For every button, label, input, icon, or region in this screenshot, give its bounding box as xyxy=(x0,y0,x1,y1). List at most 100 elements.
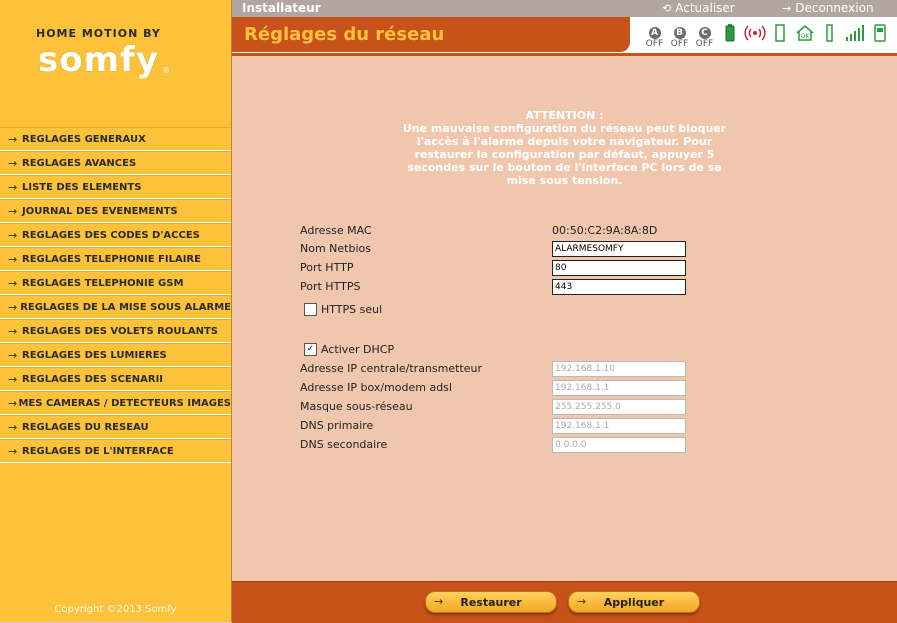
arrow-right-icon: → xyxy=(8,396,18,410)
arrow-right-icon: → xyxy=(8,372,18,386)
logo-tagline: HOME MOTION BY xyxy=(36,27,161,40)
box-ip-label: Adresse IP box/modem adsl xyxy=(300,381,452,394)
zone-badge: A xyxy=(648,27,661,39)
dns-secondary-input[interactable] xyxy=(552,437,686,453)
battery-icon xyxy=(717,20,742,46)
menu-item-mise-sous-alarme[interactable]: → REGLAGES DE LA MISE SOUS ALARME xyxy=(0,295,231,319)
arrow-right-icon: → xyxy=(8,276,18,290)
device-icon xyxy=(867,20,892,46)
zone-state: OFF xyxy=(695,39,714,49)
menu-item-label: REGLAGES DES SCENARII xyxy=(22,373,164,385)
https-only-box[interactable] xyxy=(304,302,317,316)
zone-b-status: B OFF xyxy=(667,20,692,49)
menu-item-reglages-avances[interactable]: → REGLAGES AVANCES xyxy=(0,151,231,175)
arrow-right-icon: → xyxy=(8,252,18,266)
https-port-label: Port HTTPS xyxy=(300,280,361,293)
mac-address-label: Adresse MAC xyxy=(300,224,372,237)
home-ok-icon: OK xyxy=(792,20,817,46)
title-box: Réglages du réseau xyxy=(232,17,630,52)
menu-item-label: MES CAMERAS / DETECTEURS IMAGES xyxy=(18,397,231,409)
dhcp-checkbox[interactable]: ✓ Activer DHCP xyxy=(304,341,394,357)
logout-label: Deconnexion xyxy=(795,1,874,15)
logout-link[interactable]: → Deconnexion xyxy=(782,1,874,15)
menu-item-label: REGLAGES TELEPHONIE GSM xyxy=(22,277,184,289)
menu-item-cameras[interactable]: → MES CAMERAS / DETECTEURS IMAGES xyxy=(0,391,231,415)
refresh-label: Actualiser xyxy=(675,1,735,15)
sidebar: HOME MOTION BY somfy ® → REGLAGES GENERAU… xyxy=(0,0,232,622)
menu-item-label: REGLAGES GENERAUX xyxy=(22,133,146,145)
arrow-right-icon: → xyxy=(8,420,18,434)
menu-item-volets-roulants[interactable]: → REGLAGES DES VOLETS ROULANTS xyxy=(0,319,231,343)
arrow-right-icon: → xyxy=(782,2,792,15)
svg-text:OK: OK xyxy=(800,33,810,40)
menu-item-label: REGLAGES DE LA MISE SOUS ALARME xyxy=(20,301,231,313)
menu-item-label: REGLAGES DES VOLETS ROULANTS xyxy=(22,325,218,337)
warning-title: ATTENTION : xyxy=(525,109,604,122)
signal-bars-icon xyxy=(842,20,867,46)
restore-button-label: Restaurer xyxy=(460,596,522,609)
http-port-input[interactable] xyxy=(552,260,686,276)
menu-item-label: LISTE DES ELEMENTS xyxy=(22,181,142,193)
arrow-right-icon: → xyxy=(8,132,18,146)
menu-item-reseau[interactable]: → REGLAGES DU RESEAU xyxy=(0,415,231,439)
mac-address-row: Adresse MAC 00:50:C2:9A:8A:8D xyxy=(300,223,700,241)
refresh-link[interactable]: ⟲ Actualiser xyxy=(662,1,735,15)
menu-item-label: REGLAGES DES CODES D'ACCES xyxy=(22,229,200,241)
menu-item-telephonie-filaire[interactable]: → REGLAGES TELEPHONIE FILAIRE xyxy=(0,247,231,271)
ip-address-input[interactable] xyxy=(552,361,686,377)
dns-primary-label: DNS primaire xyxy=(300,419,374,432)
menu-item-interface[interactable]: → REGLAGES DE L'INTERFACE xyxy=(0,439,231,463)
box-ip-input[interactable] xyxy=(552,380,686,396)
https-only-label: HTTPS seul xyxy=(321,302,383,316)
menu-item-label: JOURNAL DES EVENEMENTS xyxy=(22,205,178,217)
menu-item-codes-acces[interactable]: → REGLAGES DES CODES D'ACCES xyxy=(0,223,231,247)
ip-address-label: Adresse IP centrale/transmetteur xyxy=(300,362,483,375)
menu-item-label: REGLAGES DU RESEAU xyxy=(22,421,149,433)
sensor-icon xyxy=(817,20,842,46)
zone-badge: B xyxy=(673,27,686,39)
menu-item-scenarii[interactable]: → REGLAGES DES SCENARII xyxy=(0,367,231,391)
menu-item-label: REGLAGES TELEPHONIE FILAIRE xyxy=(22,253,201,265)
menu-item-lumieres[interactable]: → REGLAGES DES LUMIERES xyxy=(0,343,231,367)
http-port-label: Port HTTP xyxy=(300,261,354,274)
netbios-input[interactable] xyxy=(552,241,686,257)
menu-item-reglages-generaux[interactable]: → REGLAGES GENERAUX xyxy=(0,127,231,151)
dns-primary-row: DNS primaire xyxy=(300,418,700,436)
logo-wordmark: somfy xyxy=(38,40,159,80)
arrow-right-icon: → xyxy=(8,204,18,218)
subnet-mask-row: Masque sous-réseau xyxy=(300,399,700,417)
apply-button-label: Appliquer xyxy=(603,596,665,609)
warning-message: ATTENTION : Une mauvaise configuration d… xyxy=(392,109,737,187)
menu-item-label: REGLAGES DE L'INTERFACE xyxy=(22,445,174,457)
restore-button[interactable]: → Restaurer xyxy=(425,591,557,613)
arrow-right-icon: → xyxy=(8,444,18,458)
apply-button[interactable]: → Appliquer xyxy=(568,591,700,613)
mac-address-value: 00:50:C2:9A:8A:8D xyxy=(552,224,658,237)
https-only-checkbox[interactable]: HTTPS seul xyxy=(304,301,382,317)
page-title: Réglages du réseau xyxy=(244,24,445,45)
copyright-text: Copyright ©2013 Somfy xyxy=(54,604,177,615)
top-bar: Installateur ⟲ Actualiser → Deconnexion xyxy=(232,0,897,17)
dns-primary-input[interactable] xyxy=(552,418,686,434)
menu-item-liste-elements[interactable]: → LISTE DES ELEMENTS xyxy=(0,175,231,199)
zone-state: OFF xyxy=(670,39,689,49)
subnet-mask-input[interactable] xyxy=(552,399,686,415)
dhcp-checkbox-box[interactable]: ✓ xyxy=(304,342,317,356)
subnet-mask-label: Masque sous-réseau xyxy=(300,400,413,413)
status-icons: A OFF B OFF C OFF OK xyxy=(642,20,892,50)
menu-item-journal-evenements[interactable]: → JOURNAL DES EVENEMENTS xyxy=(0,199,231,223)
main-content: ATTENTION : Une mauvaise configuration d… xyxy=(232,56,897,581)
zone-c-status: C OFF xyxy=(692,20,717,49)
zone-badge: C xyxy=(698,27,711,39)
box-ip-row: Adresse IP box/modem adsl xyxy=(300,380,700,398)
arrow-right-icon: → xyxy=(8,348,18,362)
ip-address-row: Adresse IP centrale/transmetteur xyxy=(300,361,700,379)
arrow-right-icon: → xyxy=(8,180,18,194)
http-port-row: Port HTTP xyxy=(300,260,700,278)
menu-item-telephonie-gsm[interactable]: → REGLAGES TELEPHONIE GSM xyxy=(0,271,231,295)
warning-text: Une mauvaise configuration du réseau peu… xyxy=(402,122,727,187)
menu-item-label: REGLAGES AVANCES xyxy=(22,157,137,169)
https-port-row: Port HTTPS xyxy=(300,279,700,297)
zone-a-status: A OFF xyxy=(642,20,667,49)
https-port-input[interactable] xyxy=(552,279,686,295)
